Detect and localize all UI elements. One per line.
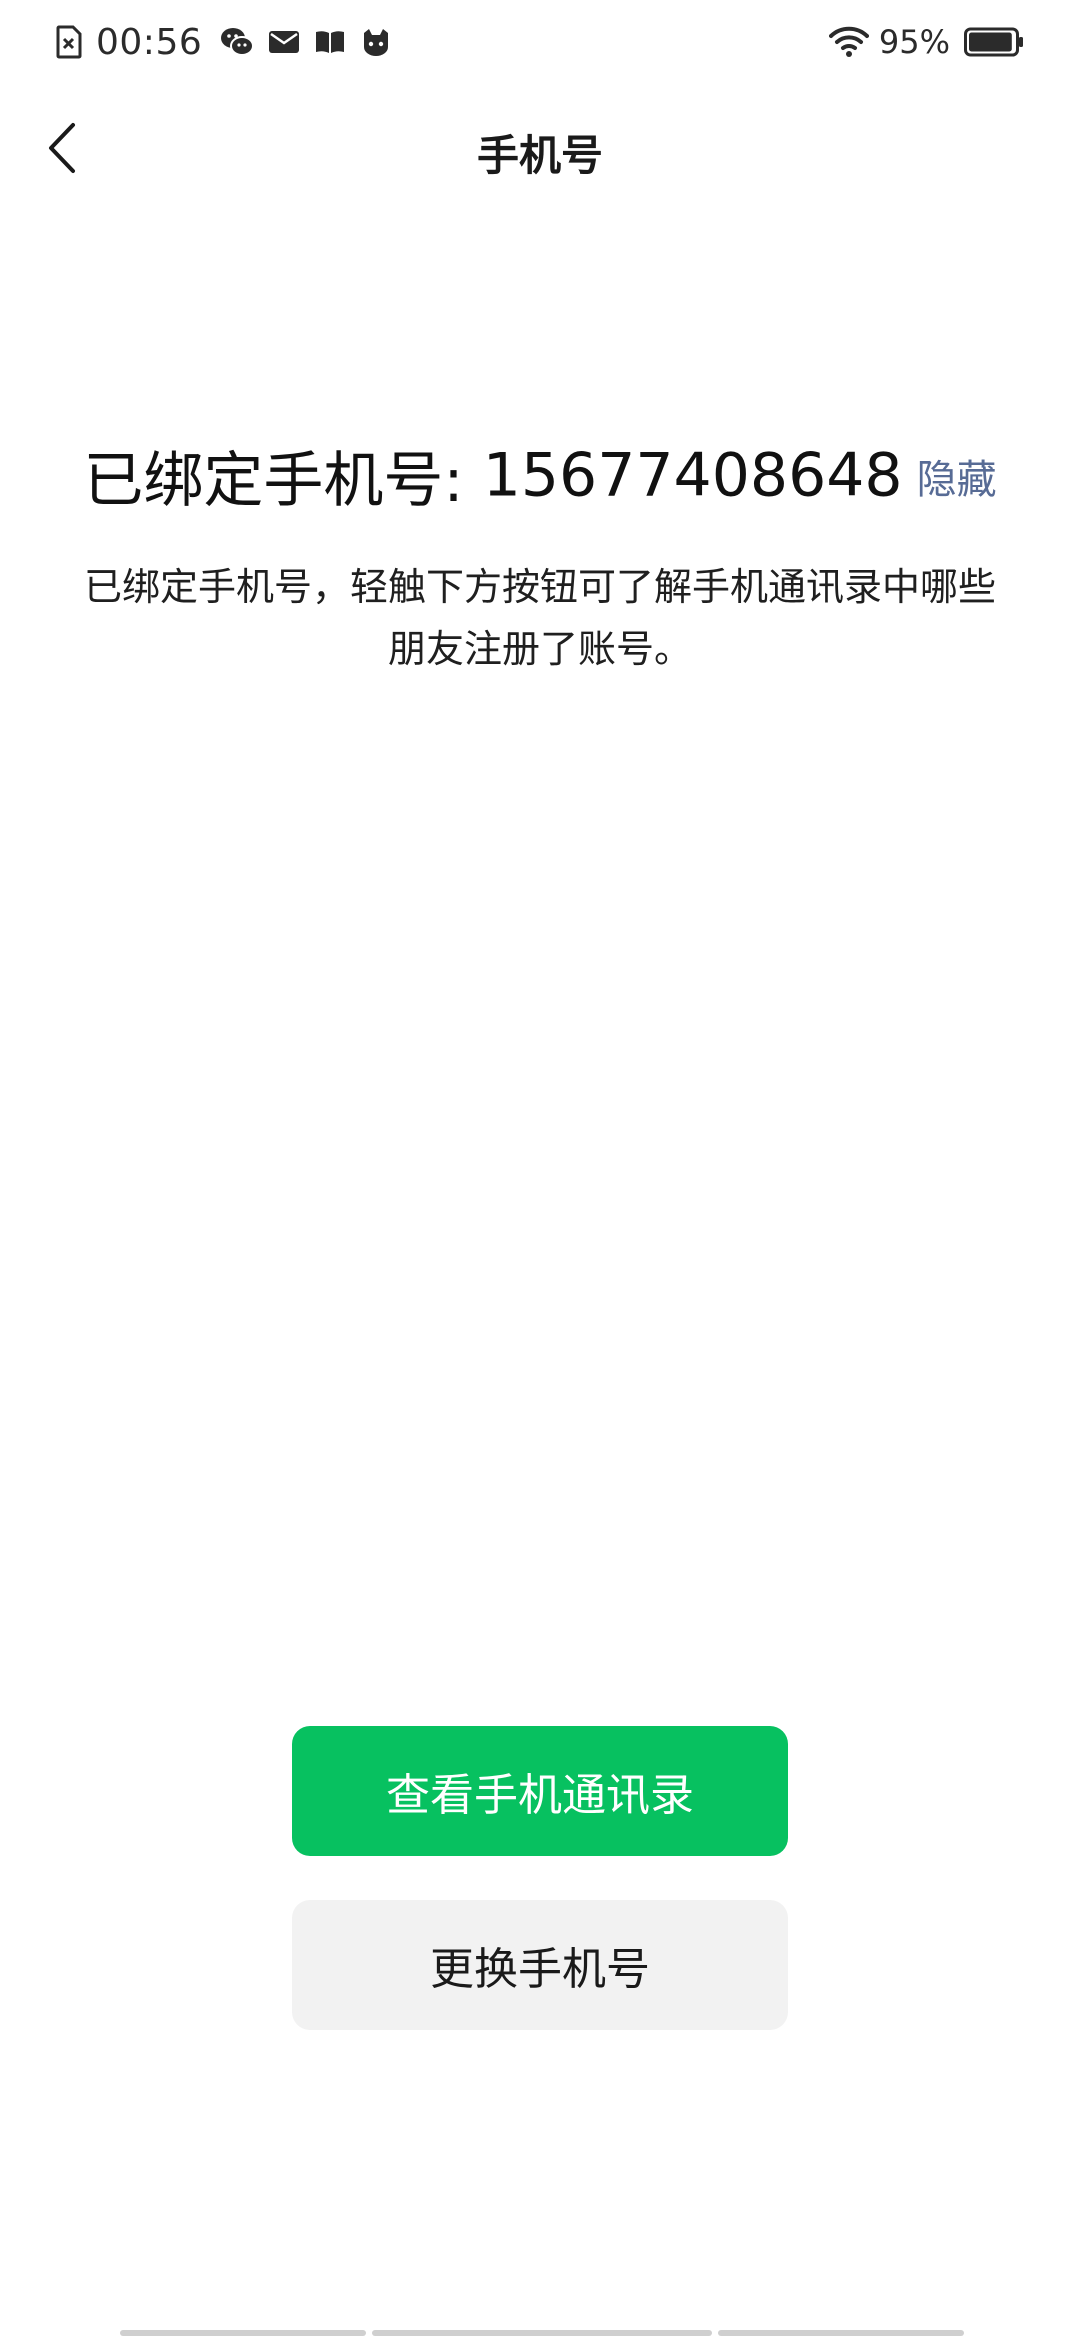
bound-phone-label: 已绑定手机号:	[83, 446, 483, 516]
mail-icon	[268, 29, 300, 55]
wechat-icon	[220, 26, 255, 58]
cat-app-icon	[360, 27, 392, 57]
gesture-segment	[718, 2330, 964, 2336]
book-icon	[314, 29, 346, 55]
status-bar-right: 95%	[828, 18, 1024, 66]
view-contacts-button[interactable]: 查看手机通讯录	[292, 1726, 788, 1856]
battery-icon	[964, 27, 1024, 57]
phone-number: 15677408648	[482, 440, 903, 511]
status-bar: 00:56 95%	[0, 0, 1080, 84]
gesture-nav-bar[interactable]	[0, 2330, 1080, 2336]
gesture-segment	[372, 2330, 712, 2336]
description-text: 已绑定手机号，轻触下方按钮可了解手机通讯录中哪些朋友注册了账号。	[83, 565, 996, 671]
status-bar-left: 00:56	[56, 18, 406, 66]
page-title: 手机号	[476, 131, 603, 180]
battery-percent: 95%	[878, 23, 950, 61]
sim-error-icon	[56, 25, 82, 59]
bound-phone-line: 已绑定手机号: 15677408648 隐藏	[0, 432, 1080, 519]
wifi-icon	[828, 26, 869, 58]
hide-number-link[interactable]: 隐藏	[917, 457, 997, 503]
header: 手机号	[0, 100, 1080, 200]
status-time: 00:56	[96, 21, 203, 63]
gesture-segment	[120, 2330, 366, 2336]
change-phone-button[interactable]: 更换手机号	[292, 1900, 788, 2030]
